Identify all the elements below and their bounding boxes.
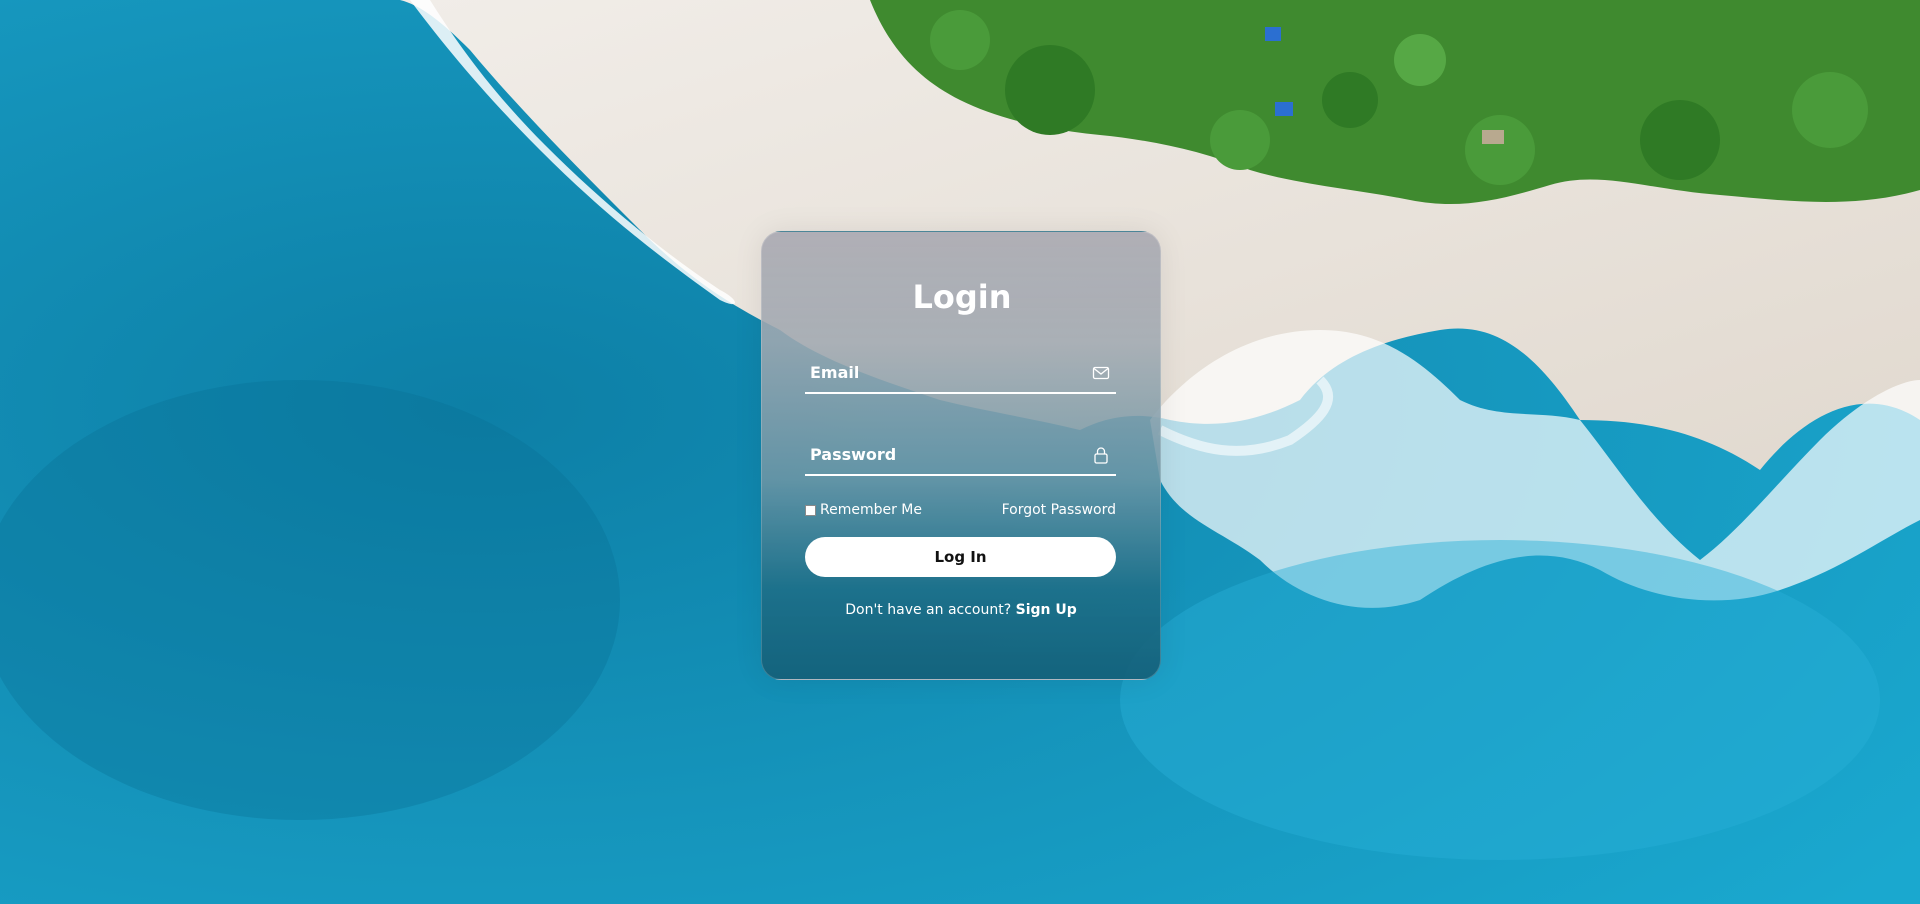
envelope-icon xyxy=(1092,366,1110,380)
forgot-password-link[interactable]: Forgot Password xyxy=(1002,502,1116,518)
background-scene: Login Remember Me Forgot Password Log In xyxy=(0,0,1920,904)
email-field-wrapper xyxy=(805,352,1116,394)
signup-row: Don't have an account? Sign Up xyxy=(761,602,1161,618)
email-field[interactable] xyxy=(805,352,1080,392)
remember-row: Remember Me Forgot Password xyxy=(805,502,1116,522)
password-field-wrapper xyxy=(805,434,1116,476)
remember-me-option[interactable]: Remember Me xyxy=(805,502,922,518)
login-button[interactable]: Log In xyxy=(805,537,1116,577)
password-field[interactable] xyxy=(805,434,1080,474)
signup-link[interactable]: Sign Up xyxy=(1016,602,1077,618)
lock-icon xyxy=(1094,447,1108,464)
login-title: Login xyxy=(912,278,1012,316)
remember-me-label: Remember Me xyxy=(820,502,922,518)
signup-prompt: Don't have an account? xyxy=(845,602,1016,618)
remember-me-checkbox[interactable] xyxy=(805,504,816,516)
